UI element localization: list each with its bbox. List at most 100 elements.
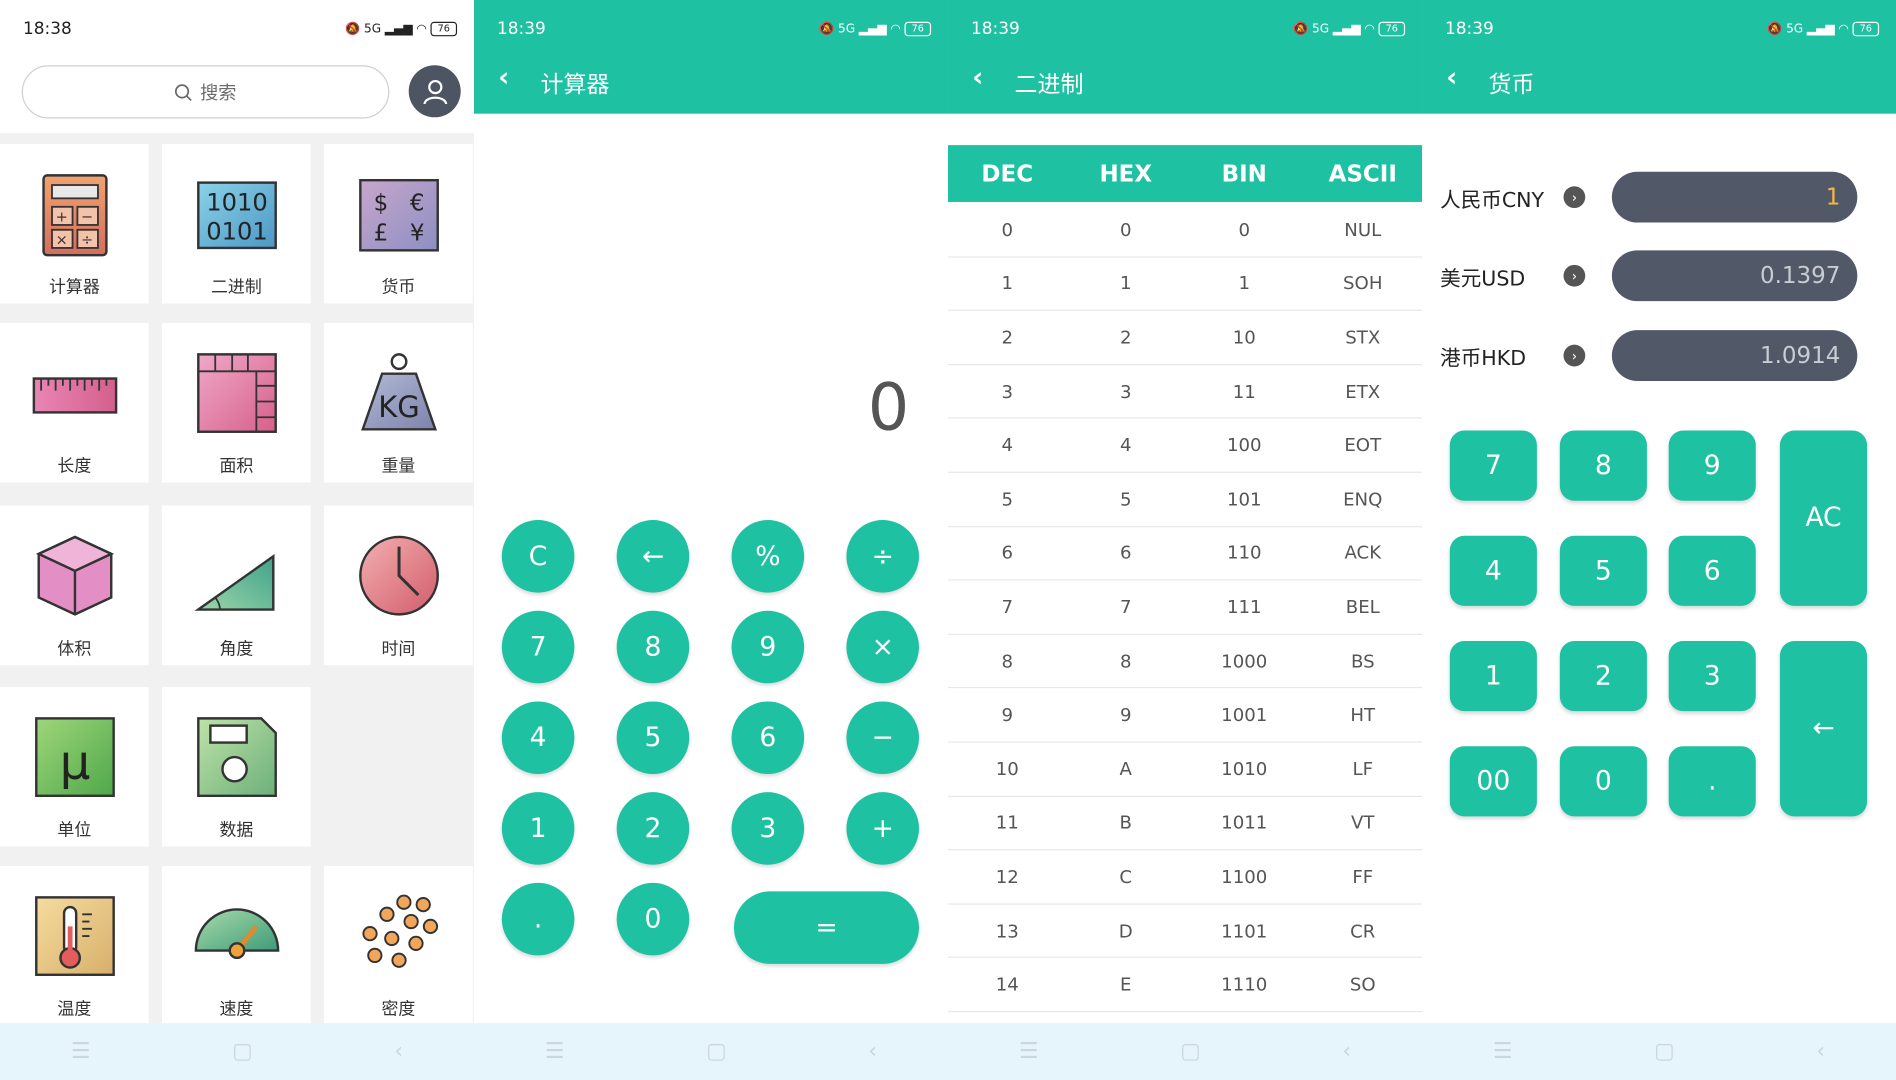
calc-key[interactable]: × — [846, 610, 919, 684]
calc-key[interactable]: . — [501, 882, 575, 956]
table-cell: 110 — [1226, 542, 1262, 565]
calc-key[interactable]: 1 — [501, 792, 575, 865]
avatar-button[interactable] — [408, 65, 461, 118]
mute-icon: 🔕 — [819, 22, 835, 36]
tile-calculator[interactable]: + − × ÷ 计算器 — [0, 143, 149, 304]
back-icon[interactable]: ‹ — [1446, 63, 1457, 93]
currency-value-field[interactable]: 1 — [1611, 171, 1858, 223]
menu-nav-icon[interactable]: ☰ — [545, 1039, 565, 1064]
tile-density[interactable]: 密度 — [324, 865, 473, 1026]
calc-key[interactable]: 0 — [616, 882, 690, 956]
calc-key[interactable]: % — [731, 520, 805, 593]
tile-binary[interactable]: 1010 0101 二进制 — [162, 143, 311, 304]
equals-button[interactable]: = — [733, 891, 919, 964]
currency-row-hkd: 港币HKD › 1.0914 — [1422, 329, 1896, 382]
currency-key[interactable]: 2 — [1559, 640, 1647, 712]
calc-key[interactable]: ← — [616, 520, 690, 593]
calc-key[interactable]: 7 — [501, 610, 575, 684]
signal-bars-icon: ▂▄▆ — [858, 22, 887, 36]
tile-label: 时间 — [381, 639, 416, 660]
tile-label: 二进制 — [211, 278, 262, 298]
back-nav-icon[interactable]: ‹ — [1816, 1039, 1825, 1064]
table-cell: 1001 — [1221, 704, 1268, 726]
menu-nav-icon[interactable]: ☰ — [1019, 1039, 1039, 1064]
status-bar: 18:39 🔕 5G ▂▄▆ ◠ 76 — [474, 0, 948, 58]
chevron-right-icon[interactable]: › — [1563, 344, 1586, 367]
back-icon[interactable]: ‹ — [498, 63, 509, 93]
system-nav-bar: ☰ ▢ ‹ — [0, 1023, 475, 1080]
table-cell: ENQ — [1343, 488, 1383, 511]
calc-key[interactable]: + — [846, 792, 919, 865]
table-cell: 0 — [1001, 218, 1014, 241]
currency-key[interactable]: 1 — [1449, 640, 1537, 712]
back-nav-icon[interactable]: ‹ — [1342, 1039, 1351, 1064]
tile-speed[interactable]: 速度 — [162, 865, 311, 1026]
tile-temperature[interactable]: 温度 — [0, 865, 149, 1026]
table-row: 2 2 10 STX — [948, 311, 1423, 365]
calc-key[interactable]: 9 — [731, 610, 805, 684]
menu-nav-icon[interactable]: ☰ — [1493, 1039, 1513, 1064]
calc-key[interactable]: 4 — [501, 701, 575, 775]
currency-key[interactable]: . — [1668, 746, 1756, 817]
table-cell: 1 — [1238, 272, 1251, 295]
weight-icon: KG — [360, 353, 437, 431]
currency-icon-yen: ¥ — [409, 221, 424, 247]
currency-value-field[interactable]: 0.1397 — [1611, 250, 1858, 302]
tile-label: 面积 — [219, 457, 254, 477]
tile-weight[interactable]: KG 重量 — [324, 322, 473, 483]
header-bin: BIN — [1221, 160, 1267, 187]
home-nav-icon[interactable]: ▢ — [1180, 1039, 1201, 1064]
home-nav-icon[interactable]: ▢ — [232, 1039, 253, 1064]
currency-key[interactable]: 0 — [1559, 746, 1647, 817]
currency-key[interactable]: 8 — [1559, 430, 1647, 501]
home-nav-icon[interactable]: ▢ — [1654, 1039, 1675, 1064]
tile-currency[interactable]: $ € £ ¥ 货币 — [324, 143, 473, 304]
table-row: 14 E 1110 SO — [948, 958, 1423, 1013]
signal-bars-icon: ▂▄▆ — [384, 22, 413, 36]
back-icon[interactable]: ‹ — [972, 63, 983, 93]
backspace-button[interactable]: ← — [1779, 640, 1868, 817]
chevron-right-icon[interactable]: › — [1563, 264, 1586, 287]
table-cell: 3 — [1119, 380, 1132, 403]
calc-key[interactable]: 8 — [616, 610, 690, 684]
calc-key[interactable]: 5 — [616, 701, 690, 775]
currency-value-field[interactable]: 1.0914 — [1611, 330, 1858, 381]
tile-angle[interactable]: 角度 — [162, 505, 311, 666]
tile-unit[interactable]: μ 单位 — [0, 686, 149, 847]
back-nav-icon[interactable]: ‹ — [394, 1039, 403, 1064]
menu-nav-icon[interactable]: ☰ — [71, 1039, 91, 1064]
signal-bars-icon: ▂▄▆ — [1332, 22, 1361, 36]
currency-key[interactable]: 5 — [1559, 535, 1647, 606]
currency-panel: ‹ 货币 18:39 🔕 5G ▂▄▆ ◠ 76 人民币CNY › 1 美元USD › … — [1422, 0, 1896, 1080]
calc-key[interactable]: 3 — [731, 792, 805, 865]
back-nav-icon[interactable]: ‹ — [868, 1039, 877, 1064]
mute-icon: 🔕 — [1293, 22, 1309, 36]
weight-icon-text: KG — [378, 390, 420, 424]
calc-key[interactable]: ÷ — [846, 520, 919, 593]
currency-key[interactable]: 7 — [1449, 430, 1537, 501]
calc-key[interactable]: 2 — [616, 792, 690, 865]
calc-key[interactable]: C — [501, 520, 575, 593]
home-panel: 18:38 🔕 5G ▂▄▆ ◠ 76 搜索 + − × ÷ 计算器 1010 0101… — [0, 0, 475, 1080]
calc-key[interactable]: − — [846, 701, 919, 775]
tile-data[interactable]: 数据 — [162, 686, 311, 847]
calc-key[interactable]: 6 — [731, 701, 805, 775]
page-title: 二进制 — [1014, 71, 1084, 98]
currency-key[interactable]: 6 — [1668, 535, 1756, 606]
tile-length[interactable]: 长度 — [0, 322, 149, 483]
binary-panel: ‹ 二进制 18:39 🔕 5G ▂▄▆ ◠ 76 DEC HEX BIN ASCII … — [948, 0, 1423, 1080]
home-nav-icon[interactable]: ▢ — [706, 1039, 727, 1064]
clear-all-button[interactable]: AC — [1779, 430, 1868, 606]
currency-key[interactable]: 4 — [1449, 535, 1537, 606]
currency-key[interactable]: 00 — [1449, 746, 1537, 817]
search-input[interactable]: 搜索 — [21, 65, 390, 119]
currency-key[interactable]: 3 — [1668, 640, 1756, 712]
tile-label: 体积 — [57, 639, 92, 660]
tile-volume[interactable]: 体积 — [0, 505, 149, 666]
currency-icon-pound: £ — [373, 221, 388, 247]
tile-time[interactable]: 时间 — [324, 505, 473, 666]
chevron-right-icon[interactable]: › — [1563, 186, 1586, 209]
binary-icon-line2: 0101 — [206, 217, 268, 245]
currency-key[interactable]: 9 — [1668, 430, 1756, 501]
tile-area[interactable]: 面积 — [162, 322, 311, 483]
